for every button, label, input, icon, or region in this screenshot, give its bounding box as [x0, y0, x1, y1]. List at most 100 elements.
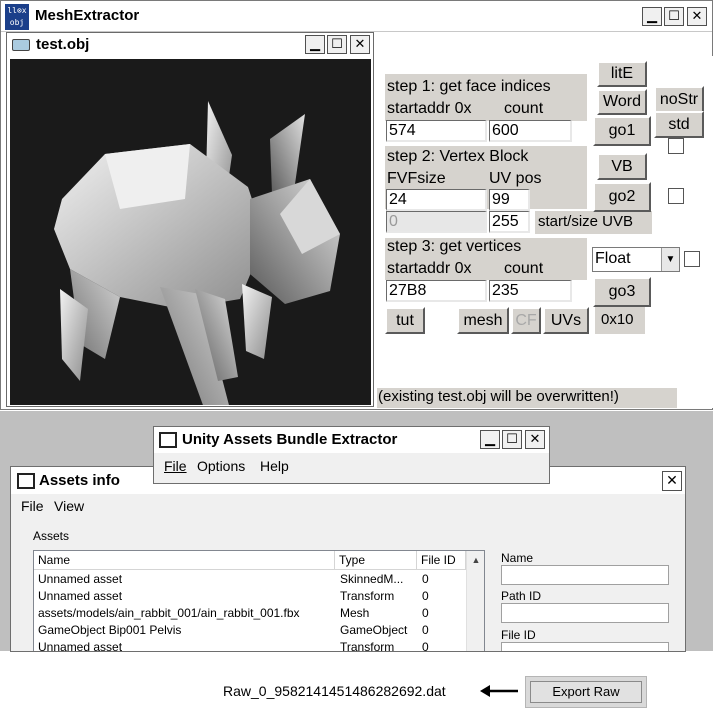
control-panel: step 1: get face indices startaddr 0x co…: [377, 56, 713, 408]
row-name: Unnamed asset: [38, 572, 123, 586]
column-header-type[interactable]: Type: [335, 551, 417, 570]
uabe-titlebar[interactable]: Unity Assets Bundle Extractor ▁ ☐ ✕: [154, 427, 549, 453]
step2-uvpos-label: UV pos: [489, 170, 542, 187]
step1-startaddr-label: startaddr 0x: [387, 100, 472, 117]
app-title: MeshExtractor: [35, 7, 140, 24]
table-row[interactable]: GameObject Bip001 Pelvis GameObject 0: [34, 622, 464, 639]
step3-startaddr-input[interactable]: 27B8: [386, 280, 487, 302]
chevron-down-icon[interactable]: ▼: [661, 248, 679, 271]
row-file-id: 0: [422, 572, 429, 586]
table-row[interactable]: Unnamed asset Transform 0: [34, 588, 464, 605]
go3-button[interactable]: go3: [593, 277, 651, 307]
window-icon: [17, 473, 35, 489]
table-row[interactable]: Unnamed asset SkinnedM... 0: [34, 571, 464, 588]
viewer-title: test.obj: [36, 36, 90, 53]
row-file-id: 0: [422, 606, 429, 620]
assets-info-window: Assets info ✕ File View Assets Name Type…: [10, 466, 686, 652]
uabe-menu-options[interactable]: Options: [197, 458, 245, 474]
viewer-minimize-button[interactable]: ▁: [305, 35, 325, 54]
overwrite-warning: (existing test.obj will be overwritten!): [378, 388, 619, 405]
row-name: Unnamed asset: [38, 589, 123, 603]
step1-count-input[interactable]: 600: [489, 120, 572, 142]
app-icon: ll⊗x obj: [5, 4, 29, 30]
step1-title: step 1: get face indices: [387, 78, 551, 95]
nostr-button[interactable]: noStr: [654, 86, 704, 113]
format-select[interactable]: Float ▼: [592, 247, 680, 272]
mesh-button[interactable]: mesh: [457, 307, 509, 334]
table-row[interactable]: Unnamed asset Transform 0: [34, 639, 464, 652]
export-raw-frame: Export Raw: [525, 676, 647, 708]
uvb-size-input[interactable]: 255: [489, 211, 530, 233]
close-button[interactable]: ✕: [687, 7, 707, 26]
step3-checkbox[interactable]: [684, 251, 700, 267]
uvb-start-input: 0: [386, 211, 487, 233]
step2-fvfsize-input[interactable]: 24: [386, 189, 487, 211]
export-raw-button[interactable]: Export Raw: [530, 681, 642, 703]
step3-count-label: count: [504, 260, 544, 277]
uabe-close-button[interactable]: ✕: [525, 430, 545, 449]
step1-count-label: count: [504, 100, 544, 117]
go1-button[interactable]: go1: [593, 116, 651, 146]
name-label: Name: [501, 551, 534, 565]
step3-startaddr-label: startaddr 0x: [387, 260, 472, 277]
row-name: assets/models/ain_rabbit_001/ain_rabbit_…: [38, 606, 300, 620]
row-file-id: 0: [422, 640, 429, 652]
path-id-label: Path ID: [501, 589, 542, 603]
step2-checkbox[interactable]: [668, 188, 684, 204]
menu-file[interactable]: File: [21, 498, 44, 514]
row-type: Mesh: [340, 606, 370, 620]
vertical-scrollbar[interactable]: ▲: [466, 551, 485, 651]
std-button[interactable]: std: [654, 111, 704, 138]
step2-uvpos-input[interactable]: 99: [489, 189, 530, 211]
minimize-button[interactable]: ▁: [642, 7, 662, 26]
column-header-name[interactable]: Name: [34, 551, 335, 570]
assets-close-button[interactable]: ✕: [662, 471, 682, 491]
step1-checkbox[interactable]: [668, 138, 684, 154]
menu-view[interactable]: View: [54, 498, 84, 514]
file-id-field[interactable]: [501, 642, 669, 651]
step2-title: step 2: Vertex Block: [387, 148, 529, 165]
row-type: Transform: [340, 640, 395, 652]
table-row[interactable]: assets/models/ain_rabbit_001/ain_rabbit_…: [34, 605, 464, 622]
uabe-maximize-button[interactable]: ☐: [502, 430, 522, 449]
row-name: GameObject Bip001 Pelvis: [38, 623, 182, 637]
uabe-minimize-button[interactable]: ▁: [480, 430, 500, 449]
viewer-close-button[interactable]: ✕: [350, 35, 370, 54]
obj-file-icon: [12, 39, 30, 51]
assets-info-title: Assets info: [39, 472, 120, 489]
step2-fvfsize-label: FVFsize: [387, 170, 446, 187]
row-file-id: 0: [422, 623, 429, 637]
go2-button[interactable]: go2: [593, 182, 651, 212]
column-header-file-id[interactable]: File ID: [417, 551, 466, 570]
3d-viewport[interactable]: [10, 59, 371, 405]
word-button[interactable]: Word: [597, 89, 647, 115]
uvs-button[interactable]: UVs: [543, 307, 589, 334]
uabe-title: Unity Assets Bundle Extractor: [182, 431, 398, 448]
maximize-button[interactable]: ☐: [664, 7, 684, 26]
viewer-child-window: test.obj ▁ ☐ ✕: [6, 32, 374, 407]
window-icon: [159, 432, 177, 448]
uabe-menu-file[interactable]: File: [164, 458, 187, 474]
row-type: Transform: [340, 589, 395, 603]
uabe-menu-help[interactable]: Help: [260, 458, 289, 474]
vb-button[interactable]: VB: [597, 153, 647, 180]
name-field[interactable]: [501, 565, 669, 585]
step3-count-input[interactable]: 235: [489, 280, 572, 302]
viewer-maximize-button[interactable]: ☐: [327, 35, 347, 54]
format-select-value: Float: [595, 250, 631, 267]
tut-button[interactable]: tut: [385, 307, 425, 334]
uabe-window: Unity Assets Bundle Extractor ▁ ☐ ✕ File…: [153, 426, 550, 484]
path-id-field[interactable]: [501, 603, 669, 623]
step1-startaddr-input[interactable]: 574: [386, 120, 487, 142]
lite-button[interactable]: litE: [597, 61, 647, 87]
viewer-titlebar[interactable]: test.obj ▁ ☐ ✕: [7, 33, 373, 58]
cf-button: CF: [511, 307, 541, 334]
mesh-extractor-window: ll⊗x obj MeshExtractor ▁ ☐ ✕ test.obj ▁ …: [0, 0, 713, 410]
mesh-extractor-titlebar[interactable]: ll⊗x obj MeshExtractor ▁ ☐ ✕: [1, 1, 712, 32]
export-filename: Raw_0_9582141451486282692.dat: [223, 683, 446, 699]
row-file-id: 0: [422, 589, 429, 603]
assets-list[interactable]: Name Type File ID Unnamed asset SkinnedM…: [33, 550, 485, 652]
rabbit-mesh-render: [54, 101, 340, 405]
scroll-up-icon[interactable]: ▲: [467, 551, 485, 569]
row-name: Unnamed asset: [38, 640, 123, 652]
